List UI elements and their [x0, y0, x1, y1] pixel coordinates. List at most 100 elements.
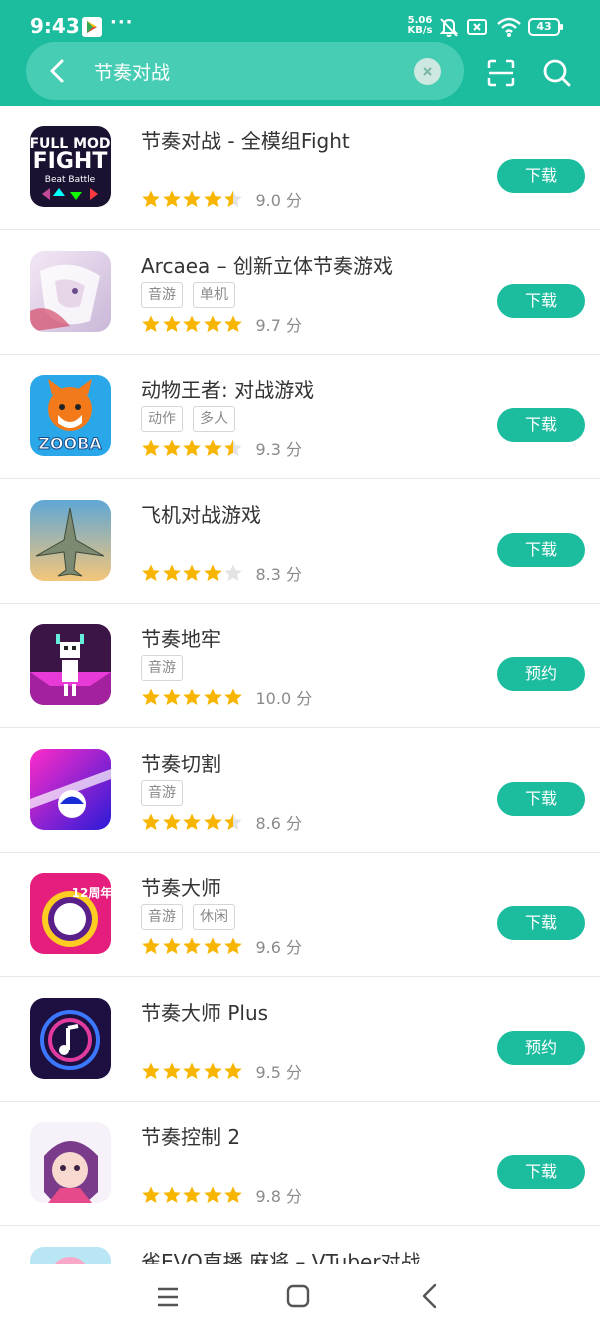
star-full-icon — [142, 315, 160, 332]
star-full-icon — [162, 190, 181, 207]
app-list-item[interactable]: 飞机对战游戏 8.3 分 下载 — [0, 480, 600, 604]
app-list-item[interactable]: 12周年 节奏大师 音游 休闲 9.6 分 下载 — [0, 853, 600, 977]
star-full-icon — [162, 439, 181, 456]
app-tag: 单机 — [193, 282, 235, 308]
app-list-item[interactable]: ZOOBA 动物王者: 对战游戏 动作 多人 9.3 分 下载 — [0, 355, 600, 479]
back-icon[interactable] — [418, 1282, 442, 1310]
star-rating — [141, 687, 244, 707]
scan-icon[interactable] — [486, 58, 516, 88]
fnf-icon[interactable]: FULL MOD FIGHT Beat Battle — [30, 126, 111, 207]
app-tags: 音游 — [141, 780, 193, 806]
download-button[interactable]: 下载 — [497, 159, 585, 193]
app-score: 9.7 分 — [255, 316, 303, 335]
download-button[interactable]: 下载 — [497, 906, 585, 940]
star-full-icon — [162, 1062, 181, 1079]
search-icon[interactable] — [542, 58, 572, 88]
app-list-item[interactable]: 雀EVO直播 麻将 – VTuber对战 — [0, 1227, 600, 1264]
back-arrow-icon[interactable] — [44, 57, 72, 85]
app-score: 9.6 分 — [255, 938, 303, 957]
star-rating — [141, 314, 244, 334]
app-rating: 9.3 分 — [141, 437, 302, 459]
reserve-button[interactable]: 预约 — [497, 1031, 585, 1065]
app-name[interactable]: 节奏对战 - 全模组Fight — [141, 125, 350, 154]
status-bar: 9:43 ··· 5.06 KB/s 43 — [0, 0, 600, 42]
app-name[interactable]: 节奏控制 2 — [141, 1121, 240, 1150]
master-icon[interactable]: 12周年 — [30, 873, 111, 954]
mahjong-icon[interactable] — [30, 1247, 111, 1264]
star-full-icon — [142, 937, 160, 954]
app-tag: 音游 — [141, 904, 183, 930]
app-list-item[interactable]: 节奏地牢 音游 10.0 分 预约 — [0, 604, 600, 728]
star-full-icon — [203, 1062, 222, 1079]
close-icon — [423, 67, 432, 76]
star-full-icon — [203, 813, 222, 830]
master-plus-icon[interactable] — [30, 998, 111, 1079]
app-rating: 9.7 分 — [141, 313, 302, 335]
app-list-item[interactable]: 节奏大师 Plus 9.5 分 预约 — [0, 978, 600, 1102]
app-name[interactable]: 飞机对战游戏 — [141, 499, 261, 528]
star-half-icon — [224, 190, 242, 207]
app-name[interactable]: 节奏大师 — [141, 872, 221, 901]
reserve-button[interactable]: 预约 — [497, 657, 585, 691]
app-list-item[interactable]: 节奏控制 2 9.8 分 下载 — [0, 1102, 600, 1226]
star-full-icon — [224, 937, 242, 954]
app-list-item[interactable]: Arcaea – 创新立体节奏游戏 音游 单机 9.7 分 下载 — [0, 231, 600, 355]
star-full-icon — [203, 937, 222, 954]
app-rating: 9.0 分 — [141, 188, 302, 210]
app-list-item[interactable]: FULL MOD FIGHT Beat Battle 节奏对战 - 全模组Fight 9… — [0, 106, 600, 230]
star-full-icon — [142, 813, 160, 830]
dungeon-icon[interactable] — [30, 624, 111, 705]
star-full-icon — [162, 1186, 181, 1203]
zooba-icon[interactable]: ZOOBA — [30, 375, 111, 456]
star-full-icon — [183, 1062, 201, 1079]
app-rating: 8.3 分 — [141, 562, 302, 584]
app-rating: 9.6 分 — [141, 935, 302, 957]
search-bar[interactable]: 节奏对战 — [26, 42, 464, 100]
star-rating — [141, 189, 244, 209]
download-button[interactable]: 下载 — [497, 782, 585, 816]
star-full-icon — [203, 564, 222, 581]
app-tags: 动作 多人 — [141, 406, 245, 432]
arcaea-icon[interactable] — [30, 251, 111, 332]
app-name[interactable]: 节奏大师 Plus — [141, 997, 268, 1026]
app-name[interactable]: 雀EVO直播 麻将 – VTuber对战 — [141, 1246, 421, 1264]
app-name[interactable]: 节奏切割 — [141, 748, 221, 777]
control-icon[interactable] — [30, 1122, 111, 1203]
svg-text:12周年: 12周年 — [72, 885, 111, 900]
svg-text:Beat Battle: Beat Battle — [45, 175, 96, 185]
app-name[interactable]: Arcaea – 创新立体节奏游戏 — [141, 250, 393, 279]
app-list-item[interactable]: 节奏切割 音游 8.6 分 下载 — [0, 729, 600, 853]
app-tag: 音游 — [141, 282, 183, 308]
app-name[interactable]: 动物王者: 对战游戏 — [141, 374, 314, 403]
download-button[interactable]: 下载 — [497, 1155, 585, 1189]
download-button[interactable]: 下载 — [497, 533, 585, 567]
download-button[interactable]: 下载 — [497, 284, 585, 318]
search-input[interactable]: 节奏对战 — [94, 58, 170, 85]
star-rating — [141, 1061, 244, 1081]
search-results-list[interactable]: FULL MOD FIGHT Beat Battle 节奏对战 - 全模组Fight 9… — [0, 106, 600, 1264]
home-icon[interactable] — [286, 1284, 310, 1308]
star-full-icon — [183, 315, 201, 332]
star-full-icon — [203, 1186, 222, 1203]
app-tag: 动作 — [141, 406, 183, 432]
download-button[interactable]: 下载 — [497, 408, 585, 442]
app-score: 9.3 分 — [255, 440, 303, 459]
menu-icon[interactable] — [155, 1284, 181, 1310]
app-rating: 9.5 分 — [141, 1060, 302, 1082]
star-half-icon — [224, 439, 242, 456]
star-full-icon — [162, 937, 181, 954]
app-name[interactable]: 节奏地牢 — [141, 623, 221, 652]
star-full-icon — [142, 1186, 160, 1203]
star-full-icon — [183, 813, 201, 830]
cut-icon[interactable] — [30, 749, 111, 830]
app-score: 9.5 分 — [255, 1063, 303, 1082]
net-speed-unit: KB/s — [407, 25, 433, 36]
star-full-icon — [224, 315, 242, 332]
star-full-icon — [183, 190, 201, 207]
app-tag: 多人 — [193, 406, 235, 432]
app-score: 8.3 分 — [255, 565, 303, 584]
clear-search-button[interactable] — [414, 58, 441, 85]
star-half-icon — [224, 813, 242, 830]
jet-icon[interactable] — [30, 500, 111, 581]
star-rating — [141, 1185, 244, 1205]
